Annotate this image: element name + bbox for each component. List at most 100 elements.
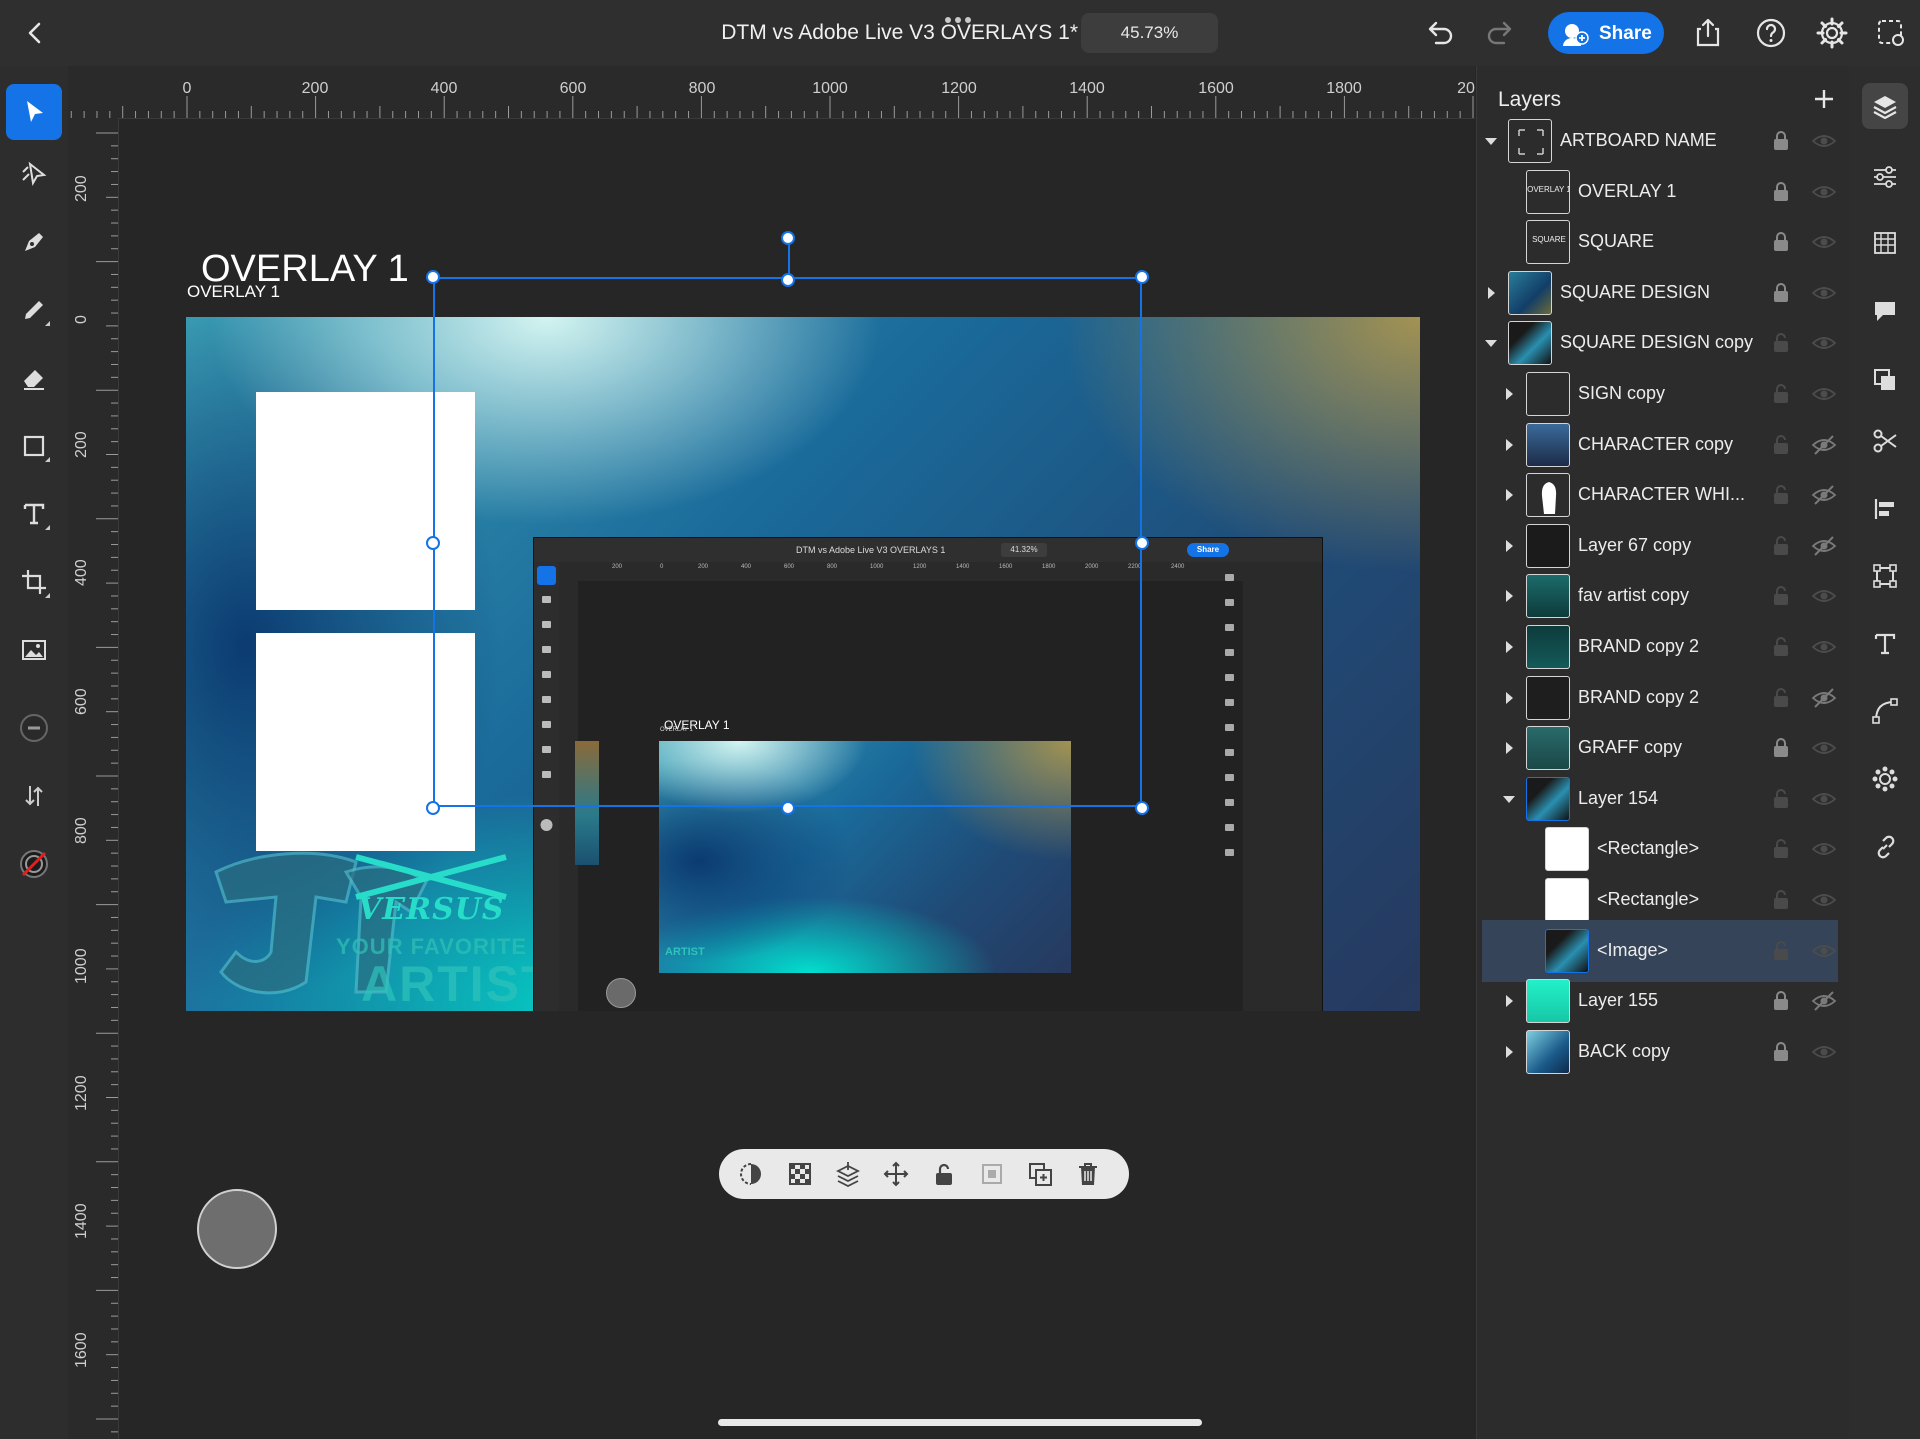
eye-icon[interactable]: [1811, 838, 1837, 860]
resize-handle-bottom-right[interactable]: [1135, 801, 1149, 815]
unlock-icon[interactable]: [1772, 585, 1790, 607]
lock-icon[interactable]: [1772, 990, 1790, 1012]
lock-icon[interactable]: [1772, 737, 1790, 759]
export-icon[interactable]: [1691, 16, 1725, 50]
pencil-tool-icon[interactable]: [6, 282, 62, 338]
canvas[interactable]: OVERLAY 1 OVERLAY 1 VERSUS YOUR FAVORITE…: [119, 119, 1475, 1439]
resize-handle-top-right[interactable]: [1135, 270, 1149, 284]
unlock-icon[interactable]: [1772, 484, 1790, 506]
resize-handle-top-left[interactable]: [426, 270, 440, 284]
pen-tool-icon[interactable]: [6, 214, 62, 270]
unlock-icon[interactable]: [1772, 434, 1790, 456]
touch-modifier-circle[interactable]: [197, 1189, 277, 1269]
rotation-handle[interactable]: [781, 231, 795, 245]
color-fill-none-icon[interactable]: [6, 836, 62, 892]
select-tool-icon[interactable]: [6, 84, 62, 140]
eye-icon[interactable]: [1811, 282, 1837, 304]
eye-icon[interactable]: [1811, 130, 1837, 152]
layer-row[interactable]: BACK copy: [1482, 1021, 1838, 1083]
undo-icon[interactable]: [1422, 16, 1456, 50]
unlock-icon[interactable]: [1772, 636, 1790, 658]
unlock-icon[interactable]: [1772, 535, 1790, 557]
share-button[interactable]: Share: [1548, 12, 1664, 54]
unlock-icon[interactable]: [1772, 838, 1790, 860]
rectangle-tool-icon[interactable]: [6, 418, 62, 474]
effects-icon[interactable]: [1862, 756, 1908, 802]
eye-icon[interactable]: [1811, 383, 1837, 405]
unlock-icon[interactable]: [1772, 788, 1790, 810]
unlock-icon[interactable]: [931, 1161, 957, 1187]
unlock-icon[interactable]: [1772, 383, 1790, 405]
resize-handle-top[interactable]: [781, 273, 795, 287]
caret-right-icon[interactable]: [1501, 639, 1517, 655]
eye-icon[interactable]: [1811, 737, 1837, 759]
caret-down-icon[interactable]: [1483, 133, 1499, 149]
document-title[interactable]: DTM vs Adobe Live V3 OVERLAYS 1*: [0, 21, 1078, 45]
caret-right-icon[interactable]: [1501, 740, 1517, 756]
resize-handle-bottom-left[interactable]: [426, 801, 440, 815]
lock-icon[interactable]: [1772, 231, 1790, 253]
lock-icon[interactable]: [1772, 1041, 1790, 1063]
layers-panel-icon[interactable]: [1862, 83, 1908, 129]
zoom-level[interactable]: 45.73%: [1081, 13, 1218, 53]
pathfinder-icon[interactable]: [1862, 357, 1908, 403]
caret-right-icon[interactable]: [1501, 690, 1517, 706]
duplicate-icon[interactable]: [1027, 1161, 1053, 1187]
redo-icon[interactable]: [1484, 16, 1518, 50]
text-tool-icon[interactable]: [6, 486, 62, 542]
swap-colors-icon[interactable]: [6, 768, 62, 824]
eye-icon[interactable]: [1811, 332, 1837, 354]
arrange-icon[interactable]: [835, 1161, 861, 1188]
eye-hidden-icon[interactable]: [1811, 990, 1837, 1012]
caret-down-icon[interactable]: [1483, 335, 1499, 351]
eye-icon[interactable]: [1811, 181, 1837, 203]
mask-icon[interactable]: [738, 1161, 764, 1187]
eye-icon[interactable]: [1811, 940, 1837, 962]
align-icon[interactable]: [1862, 486, 1908, 532]
type-panel-icon[interactable]: [1862, 621, 1908, 667]
eye-hidden-icon[interactable]: [1811, 484, 1837, 506]
more-dots-icon[interactable]: [945, 10, 977, 23]
cut-scissors-icon[interactable]: [1862, 418, 1908, 464]
link-icon[interactable]: [1862, 824, 1908, 870]
caret-right-icon[interactable]: [1501, 437, 1517, 453]
resize-handle-left[interactable]: [426, 536, 440, 550]
caret-right-icon[interactable]: [1501, 386, 1517, 402]
eye-icon[interactable]: [1811, 1041, 1837, 1063]
unlock-icon[interactable]: [1772, 889, 1790, 911]
properties-sliders-icon[interactable]: [1862, 154, 1908, 200]
caret-right-icon[interactable]: [1501, 588, 1517, 604]
resize-handle-bottom[interactable]: [781, 801, 795, 815]
artboard-tool-icon[interactable]: [6, 554, 62, 610]
eraser-tool-icon[interactable]: [6, 350, 62, 406]
artboard-name-small[interactable]: OVERLAY 1: [187, 282, 280, 302]
opacity-icon[interactable]: [787, 1161, 813, 1187]
delete-trash-icon[interactable]: [1075, 1161, 1101, 1187]
home-indicator[interactable]: [718, 1419, 1202, 1426]
settings-gear-icon[interactable]: [1815, 16, 1849, 50]
caret-right-icon[interactable]: [1501, 538, 1517, 554]
caret-right-icon[interactable]: [1483, 285, 1499, 301]
eye-hidden-icon[interactable]: [1811, 535, 1837, 557]
move-icon[interactable]: [883, 1161, 909, 1187]
eye-icon[interactable]: [1811, 231, 1837, 253]
caret-right-icon[interactable]: [1501, 487, 1517, 503]
caret-right-icon[interactable]: [1501, 1044, 1517, 1060]
path-icon[interactable]: [1862, 688, 1908, 734]
comments-icon[interactable]: [1862, 288, 1908, 334]
stroke-size-icon[interactable]: [6, 700, 62, 756]
resize-handle-right[interactable]: [1135, 536, 1149, 550]
lock-icon[interactable]: [1772, 181, 1790, 203]
add-layer-plus-icon[interactable]: [1811, 86, 1837, 112]
libraries-icon[interactable]: [1862, 220, 1908, 266]
help-icon[interactable]: [1754, 16, 1788, 50]
transform-icon[interactable]: [1862, 553, 1908, 599]
unlock-icon[interactable]: [1772, 687, 1790, 709]
caret-right-icon[interactable]: [1501, 993, 1517, 1009]
eye-hidden-icon[interactable]: [1811, 434, 1837, 456]
image-tool-icon[interactable]: [6, 622, 62, 678]
unlock-icon[interactable]: [1772, 332, 1790, 354]
eye-icon[interactable]: [1811, 585, 1837, 607]
eye-icon[interactable]: [1811, 889, 1837, 911]
lock-icon[interactable]: [1772, 282, 1790, 304]
